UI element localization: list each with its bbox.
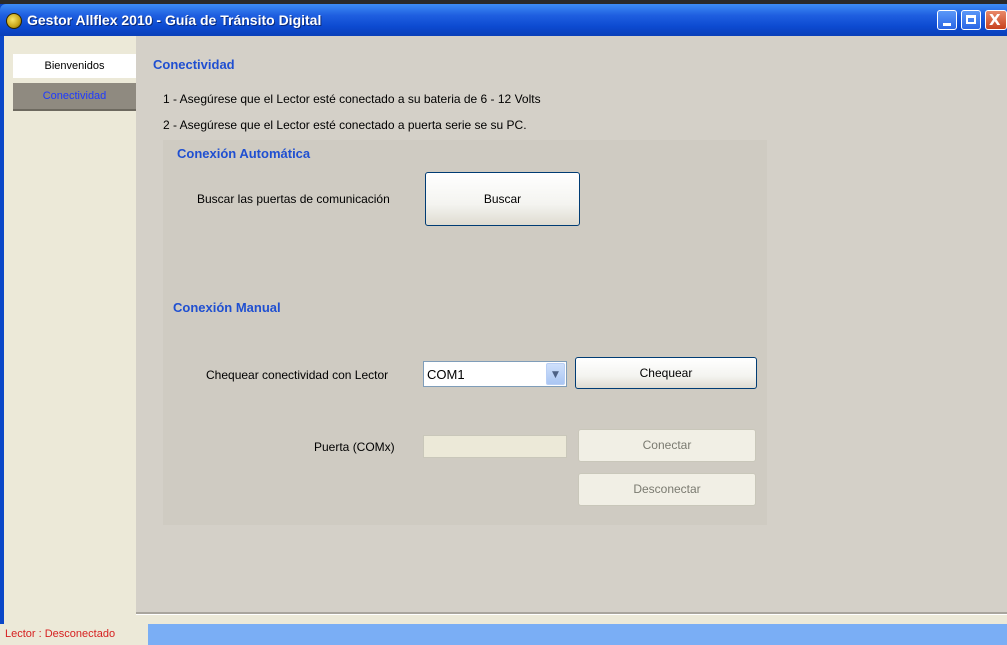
window-title: Gestor Allflex 2010 - Guía de Tránsito D… (27, 12, 322, 28)
instruction-step-1: 1 - Asegúrese que el Lector esté conecta… (163, 92, 541, 106)
sidebar (4, 36, 136, 624)
manual-connection-heading: Conexión Manual (173, 300, 281, 315)
reader-status: Lector : Desconectado (0, 624, 148, 645)
minimize-button[interactable] (937, 10, 957, 30)
instruction-step-2: 2 - Asegúrese que el Lector esté conecta… (163, 118, 527, 132)
maximize-icon (966, 15, 976, 24)
sidebar-item-conectividad[interactable]: Conectividad (13, 83, 136, 111)
divider (136, 612, 1007, 614)
status-bar-fill (148, 624, 1007, 645)
sidebar-item-bienvenidos[interactable]: Bienvenidos (13, 54, 136, 78)
check-button[interactable]: Chequear (575, 357, 757, 389)
app-icon (6, 13, 22, 29)
chevron-down-icon[interactable]: ▼ (546, 363, 565, 385)
search-button[interactable]: Buscar (425, 172, 580, 226)
disconnect-button[interactable]: Desconectar (578, 473, 756, 506)
port-select-value: COM1 (427, 367, 465, 382)
page-title: Conectividad (153, 57, 235, 72)
check-connectivity-label: Chequear conectividad con Lector (206, 368, 389, 382)
minimize-icon (943, 23, 951, 26)
auto-connection-heading: Conexión Automática (177, 146, 311, 161)
port-select[interactable]: COM1 ▼ (423, 361, 567, 387)
close-button[interactable]: X (985, 10, 1007, 30)
title-bar[interactable]: Gestor Allflex 2010 - Guía de Tránsito D… (0, 4, 1007, 36)
search-ports-label: Buscar las puertas de comunicación (197, 192, 390, 206)
port-label: Puerta (COMx) (314, 440, 395, 454)
close-icon: X (989, 11, 1001, 29)
connect-button[interactable]: Conectar (578, 429, 756, 462)
port-field[interactable] (423, 435, 567, 458)
maximize-button[interactable] (961, 10, 981, 30)
